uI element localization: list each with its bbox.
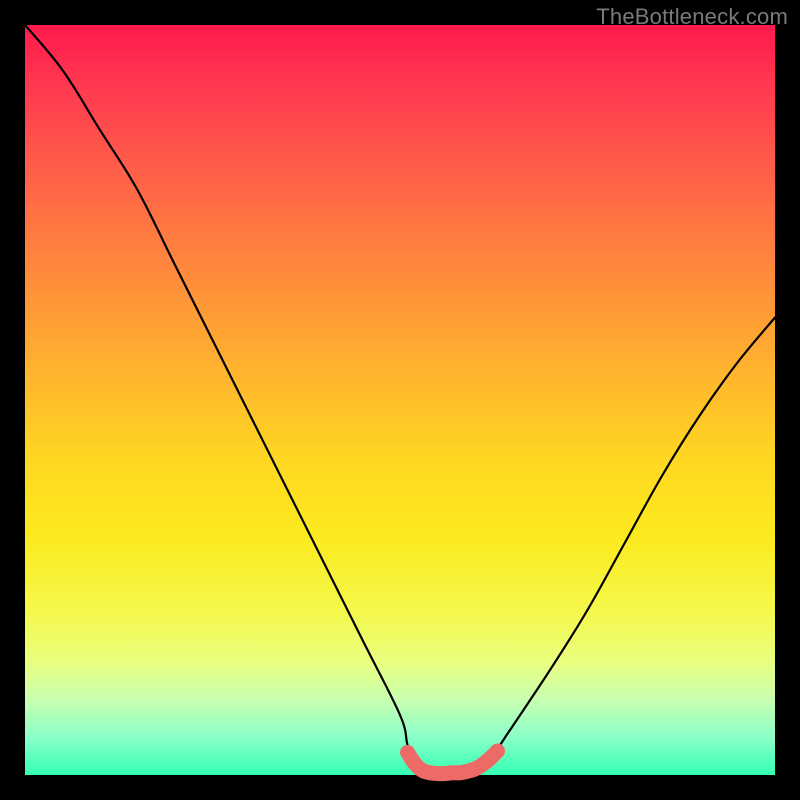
chart-frame: TheBottleneck.com: [0, 0, 800, 800]
bottleneck-curve: [25, 25, 775, 774]
chart-svg: [25, 25, 775, 775]
optimal-band: [408, 751, 498, 774]
chart-plot-area: [25, 25, 775, 775]
